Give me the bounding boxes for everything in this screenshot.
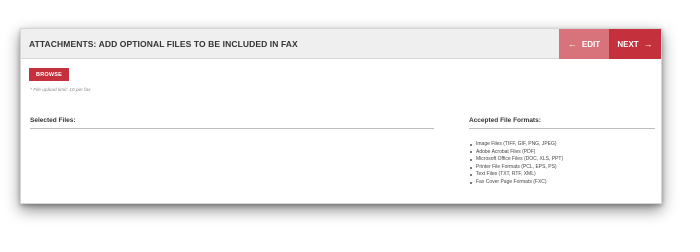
edit-button[interactable]: ← EDIT xyxy=(559,29,609,59)
panel-header: ATTACHMENTS: ADD OPTIONAL FILES TO BE IN… xyxy=(21,29,661,59)
arrow-left-icon: ← xyxy=(567,38,577,49)
format-item: Fax Cover Page Formats (FXC) xyxy=(469,179,563,187)
upload-limit-note: * File upload limit: 10 per fax xyxy=(30,88,91,93)
bullet-icon xyxy=(470,174,472,177)
bullet-icon xyxy=(470,181,472,184)
bullet-icon xyxy=(470,166,472,169)
format-item: Image Files (TIFF, GIF, PNG, JPEG) xyxy=(469,141,563,149)
format-item: Microsoft Office Files (DOC, XLS, PPT) xyxy=(469,156,563,164)
next-button[interactable]: NEXT → xyxy=(609,29,661,59)
arrow-right-icon: → xyxy=(643,38,653,49)
accepted-formats-label: Accepted File Formats: xyxy=(469,117,541,124)
bullet-icon xyxy=(470,158,472,161)
bullet-icon xyxy=(470,143,472,146)
accepted-formats-divider xyxy=(469,128,655,129)
format-item: Adobe Acrobat Files (PDF) xyxy=(469,149,563,157)
format-item: Text Files (TXT, RTF, XML) xyxy=(469,171,563,179)
panel-title: ATTACHMENTS: ADD OPTIONAL FILES TO BE IN… xyxy=(29,39,298,49)
edit-label: EDIT xyxy=(581,39,601,49)
accepted-formats-list: Image Files (TIFF, GIF, PNG, JPEG) Adobe… xyxy=(469,141,563,187)
next-label: NEXT xyxy=(617,39,639,49)
bullet-icon xyxy=(470,151,472,154)
browse-button[interactable]: BROWSE xyxy=(29,68,69,81)
selected-files-divider xyxy=(30,128,434,129)
attachments-panel: ATTACHMENTS: ADD OPTIONAL FILES TO BE IN… xyxy=(20,28,662,204)
format-item: Printer File Formats (PCL, EPS, PS) xyxy=(469,164,563,172)
selected-files-label: Selected Files: xyxy=(30,117,76,124)
